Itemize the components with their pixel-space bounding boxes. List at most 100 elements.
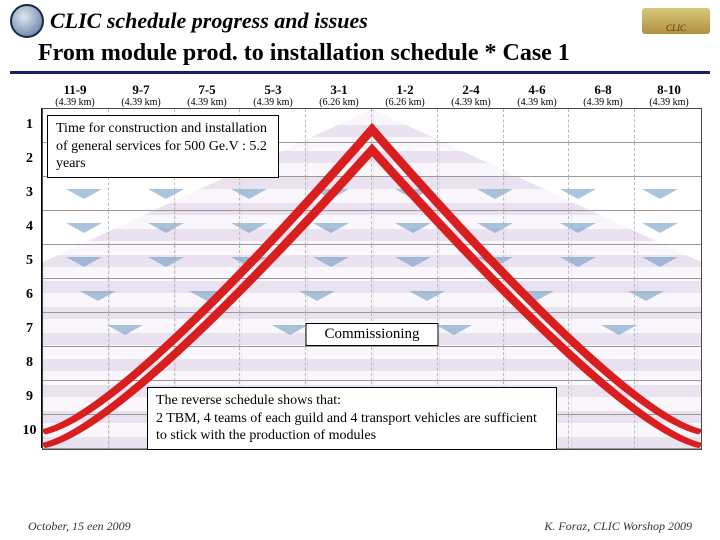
grid-cell [372, 245, 438, 279]
col-km: (4.39 km) [438, 97, 504, 108]
col-seg: 7-5 [174, 82, 240, 98]
row-label: 4 [18, 210, 42, 244]
grid-cell [306, 347, 372, 381]
col-seg: 6-8 [570, 82, 636, 98]
grid-cell [569, 109, 635, 143]
grid-cell [175, 245, 241, 279]
grid-cell [43, 381, 109, 415]
grid-cell [43, 279, 109, 313]
title-rule [10, 71, 710, 74]
grid-cell [240, 211, 306, 245]
grid-cell [372, 347, 438, 381]
grid-cell [635, 245, 701, 279]
slide-title: CLIC schedule progress and issues [50, 8, 368, 34]
grid-cell [372, 211, 438, 245]
schedule-grid: Time for construction and installation o… [42, 108, 702, 450]
row-label: 3 [18, 176, 42, 210]
col-km: (4.39 km) [570, 97, 636, 108]
row-labels: 1 2 3 4 5 6 7 8 9 10 [18, 108, 42, 450]
col-head: 5-3(4.39 km) [240, 80, 306, 108]
row-label: 2 [18, 142, 42, 176]
grid-cell [43, 211, 109, 245]
grid-cell [569, 143, 635, 177]
grid-wrap: 1 2 3 4 5 6 7 8 9 10 [18, 108, 702, 450]
grid-cell [635, 279, 701, 313]
grid-cell [438, 143, 504, 177]
grid-cell [635, 415, 701, 449]
header-left: CLIC schedule progress and issues [10, 4, 368, 38]
col-km: (4.39 km) [240, 97, 306, 108]
col-head: 11-9(4.39 km) [42, 80, 108, 108]
col-head: 7-5(4.39 km) [174, 80, 240, 108]
grid-cell [504, 313, 570, 347]
grid-cell [43, 313, 109, 347]
grid-cell [504, 211, 570, 245]
col-km: (4.39 km) [504, 97, 570, 108]
grid-cell [306, 279, 372, 313]
grid-cell [569, 279, 635, 313]
grid-cell [43, 415, 109, 449]
col-km: (6.26 km) [306, 97, 372, 108]
grid-cell [240, 313, 306, 347]
grid-cell [175, 347, 241, 381]
row-label: 8 [18, 346, 42, 380]
col-km: (4.39 km) [108, 97, 174, 108]
grid-cell [109, 347, 175, 381]
commissioning-text: Commissioning [324, 326, 419, 342]
slide: CLIC schedule progress and issues CLIC F… [0, 0, 720, 540]
clic-logo-text: CLIC [666, 23, 686, 33]
grid-cell [372, 143, 438, 177]
col-seg: 2-4 [438, 82, 504, 98]
grid-cell [438, 347, 504, 381]
reverse-text: The reverse schedule shows that: 2 TBM, … [156, 393, 537, 443]
col-km: (4.39 km) [42, 97, 108, 108]
row-label: 1 [18, 108, 42, 142]
grid-cell [635, 211, 701, 245]
grid-cell [109, 211, 175, 245]
grid-cell [175, 211, 241, 245]
col-km: (4.39 km) [174, 97, 240, 108]
grid-cell [109, 177, 175, 211]
grid-cell [569, 313, 635, 347]
clic-logo-icon: CLIC [642, 8, 710, 34]
col-seg: 3-1 [306, 82, 372, 98]
corner-spacer [18, 80, 42, 108]
footer-date: October, 15 een 2009 [28, 519, 131, 534]
col-seg: 1-2 [372, 82, 438, 98]
grid-cell [635, 347, 701, 381]
grid-cell [43, 245, 109, 279]
grid-cell [569, 381, 635, 415]
row-label: 6 [18, 278, 42, 312]
row-label: 9 [18, 380, 42, 414]
grid-cell [306, 143, 372, 177]
grid-cell [306, 211, 372, 245]
grid-cell [240, 279, 306, 313]
grid-cell [175, 177, 241, 211]
grid-cell [635, 177, 701, 211]
grid-cell [438, 279, 504, 313]
grid-cell [240, 347, 306, 381]
col-head: 8-10(4.39 km) [636, 80, 702, 108]
row-label: 7 [18, 312, 42, 346]
grid-cell [109, 313, 175, 347]
reverse-callout: The reverse schedule shows that: 2 TBM, … [147, 387, 557, 450]
col-head: 3-1(6.26 km) [306, 80, 372, 108]
grid-cell [504, 143, 570, 177]
col-seg: 11-9 [42, 82, 108, 98]
chart-area: 11-9(4.39 km) 9-7(4.39 km) 7-5(4.39 km) … [18, 80, 702, 450]
grid-cell [109, 279, 175, 313]
grid-cell [109, 245, 175, 279]
col-head: 9-7(4.39 km) [108, 80, 174, 108]
grid-cell [372, 177, 438, 211]
grid-cell [504, 177, 570, 211]
grid-cell [635, 143, 701, 177]
row-label: 10 [18, 414, 42, 448]
slide-header: CLIC schedule progress and issues CLIC [0, 0, 720, 38]
grid-cell [438, 211, 504, 245]
grid-cell [175, 279, 241, 313]
grid-cell [569, 245, 635, 279]
grid-cell [635, 109, 701, 143]
slide-footer: October, 15 een 2009 K. Foraz, CLIC Wors… [0, 519, 720, 534]
grid-cell [438, 313, 504, 347]
grid-cell [372, 279, 438, 313]
